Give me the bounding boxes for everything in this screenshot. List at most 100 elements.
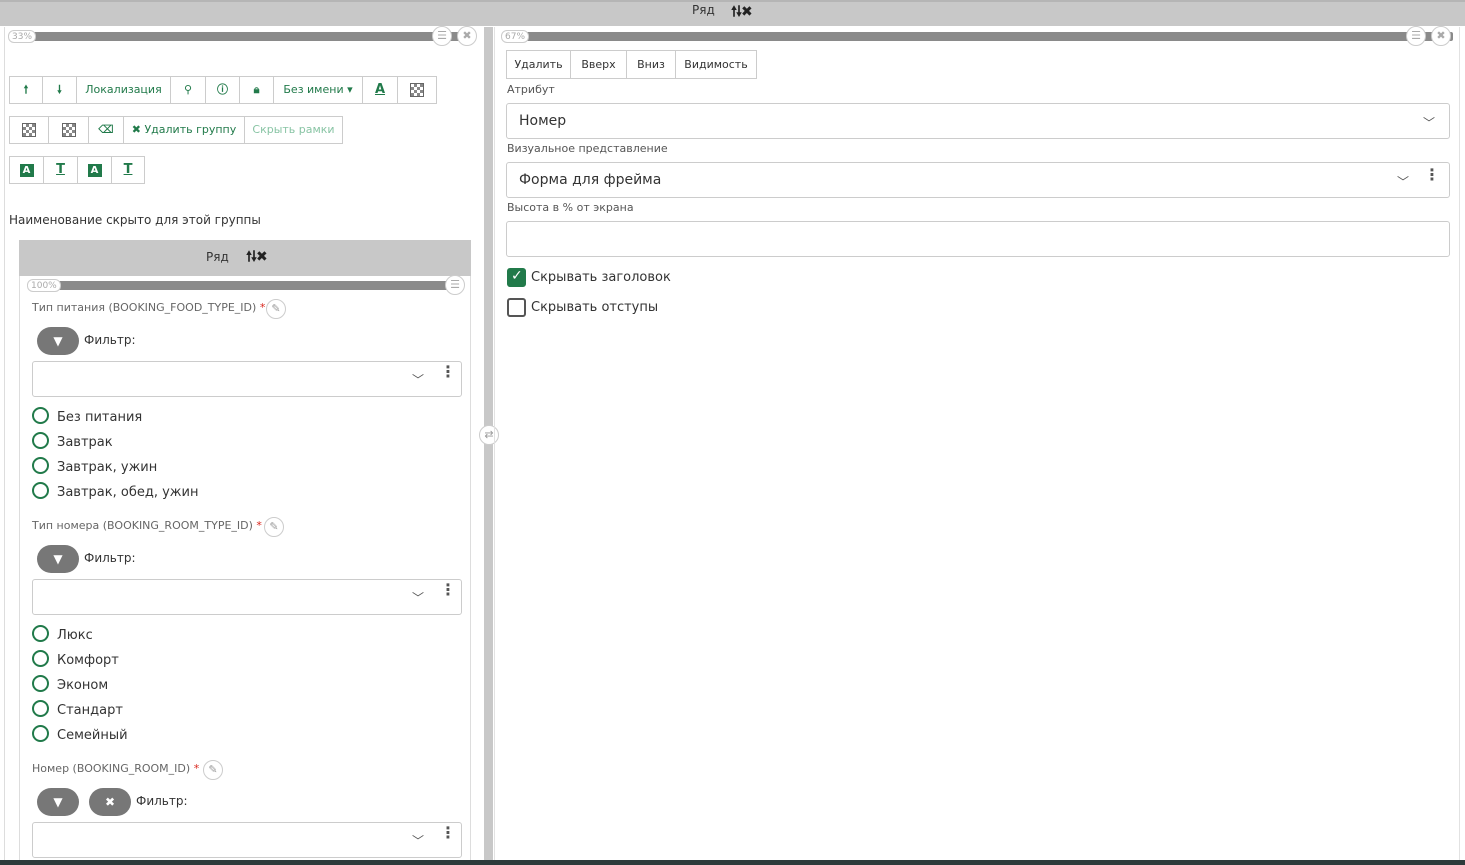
delete-button[interactable]: Удалить [506, 50, 571, 79]
close-icon[interactable]: ✖ [1431, 26, 1451, 46]
list-icon[interactable]: ☰ [1406, 26, 1426, 46]
room-type-label: Тип номера (BOOKING_ROOM_TYPE_ID) * [32, 519, 262, 532]
visibility-button[interactable]: Видимость [675, 50, 757, 79]
text-color-icon: A [374, 82, 386, 97]
radio-room-lux[interactable] [32, 625, 49, 642]
filter-toggle-button[interactable]: ▼ [37, 788, 79, 816]
radio-room-standard[interactable] [32, 700, 49, 717]
info-button[interactable]: ⓘ [205, 76, 240, 104]
filter-icon: ▼ [53, 334, 63, 348]
inner-row-title: Ряд [206, 250, 229, 264]
right-width-bar[interactable] [503, 32, 1453, 41]
height-label: Высота в % от экрана [507, 201, 634, 214]
lock-button[interactable]: 🔒︎ [239, 76, 274, 104]
more-vertical-icon[interactable]: ⋮ [1424, 167, 1440, 183]
filter-icon: ▼ [53, 795, 63, 809]
transparent-bg-button[interactable] [9, 116, 49, 144]
taskbar-strip [0, 860, 1465, 865]
radio-food-none[interactable] [32, 407, 49, 424]
background-button[interactable] [397, 76, 437, 104]
filter-toggle-button[interactable]: ▼ [37, 327, 79, 355]
radio-label: Люкс [57, 628, 93, 643]
edit-icon[interactable]: ✎ [203, 760, 223, 780]
move-up-button[interactable]: Вверх [570, 50, 627, 79]
close-icon[interactable]: ✖ [457, 26, 477, 46]
filter-label: Фильтр: [84, 333, 136, 347]
binoculars-icon: ⚲ [183, 83, 193, 96]
list-icon[interactable]: ☰ [432, 26, 452, 46]
height-input[interactable] [506, 221, 1450, 257]
radio-label: Завтрак, обед, ужин [57, 485, 199, 500]
radio-room-comfort[interactable] [32, 650, 49, 667]
list-icon[interactable]: ☰ [445, 275, 465, 295]
binoculars-button[interactable]: ⚲ [170, 76, 206, 104]
arrow-down-icon: 🠗 [57, 83, 62, 96]
radio-label: Без питания [57, 410, 143, 425]
filter-label: Фильтр: [136, 794, 188, 808]
filter-icon: ▼ [53, 552, 63, 566]
title-bg-button[interactable]: A [9, 156, 44, 184]
move-down-button[interactable]: Вниз [626, 50, 676, 79]
inner-width-badge: 100% [27, 279, 61, 292]
visual-representation-label: Визуальное представление [507, 142, 668, 155]
radio-label: Завтрак, ужин [57, 460, 158, 475]
move-down-button[interactable]: 🠗 [42, 76, 77, 104]
radio-label: Эконом [57, 678, 109, 693]
radio-food-breakfast[interactable] [32, 432, 49, 449]
attribute-select[interactable]: Номер ﹀ [506, 103, 1450, 139]
arrow-up-icon: 🠕 [23, 83, 29, 96]
chevron-down-icon: ﹀ [412, 591, 425, 605]
room-label: Номер (BOOKING_ROOM_ID) * [32, 762, 200, 775]
font-color-button[interactable]: A [362, 76, 398, 104]
close-icon: ✖ [104, 795, 116, 809]
move-up-button[interactable]: 🠕 [9, 76, 43, 104]
attribute-label: Атрибут [507, 83, 555, 96]
content-bg-button[interactable]: A [77, 156, 112, 184]
title-text-button[interactable]: T [43, 156, 78, 184]
letter-a-box-icon: A [19, 164, 34, 177]
more-vertical-icon[interactable]: ⋮ [440, 364, 456, 380]
visual-representation-select[interactable]: Форма для фрейма ﹀ ⋮ [506, 162, 1450, 198]
radio-room-family[interactable] [32, 725, 49, 742]
column-splitter[interactable] [484, 27, 493, 865]
hide-frames-button[interactable]: Скрыть рамки [244, 116, 343, 144]
room-filter-select[interactable]: ﹀ ⋮ [32, 822, 462, 858]
more-vertical-icon[interactable]: ⋮ [440, 582, 456, 598]
hide-header-checkbox[interactable]: ✓ [507, 268, 526, 287]
eraser-button[interactable]: ⌫ [88, 116, 124, 144]
food-filter-select[interactable]: ﹀ ⋮ [32, 361, 462, 397]
no-name-dropdown[interactable]: Без имени ▾ [273, 76, 363, 104]
row-move-delete-icons[interactable]: 🠕🠗✖ [731, 1, 753, 25]
food-type-label: Тип питания (BOOKING_FOOD_TYPE_ID) * [32, 301, 266, 314]
letter-a-box-icon: A [87, 164, 102, 177]
chevron-down-icon: ﹀ [412, 373, 425, 387]
radio-room-economy[interactable] [32, 675, 49, 692]
localization-button[interactable]: Локализация [76, 76, 171, 104]
eraser-icon: ⌫ [98, 123, 114, 136]
content-text-button[interactable]: T [111, 156, 145, 184]
group-hidden-note: Наименование скрыто для этой группы [9, 213, 261, 227]
inner-width-bar[interactable] [30, 281, 464, 290]
room-type-filter-select[interactable]: ﹀ ⋮ [32, 579, 462, 615]
transparent-border-button[interactable] [48, 116, 89, 144]
transparency-icon [22, 123, 36, 137]
hide-padding-label: Скрывать отступы [531, 300, 659, 315]
inner-row-move-delete-icons[interactable]: 🠕🠗✖ [246, 246, 268, 270]
edit-icon[interactable]: ✎ [266, 299, 286, 319]
edit-icon[interactable]: ✎ [264, 517, 284, 537]
radio-food-breakfast-dinner[interactable] [32, 457, 49, 474]
letter-t-icon: T [123, 162, 133, 177]
radio-food-full[interactable] [32, 482, 49, 499]
close-icon: ✖ [131, 123, 141, 136]
lock-icon: 🔒︎ [253, 83, 260, 96]
left-width-bar[interactable] [10, 32, 476, 41]
hide-padding-checkbox[interactable] [507, 298, 526, 317]
right-width-badge: 67% [501, 30, 530, 43]
clear-filter-button[interactable]: ✖ [89, 788, 131, 816]
filter-toggle-button[interactable]: ▼ [37, 545, 79, 573]
delete-group-button[interactable]: ✖ Удалить группу [123, 116, 245, 144]
row-title: Ряд [692, 3, 715, 17]
left-width-badge: 33% [8, 30, 37, 43]
more-vertical-icon[interactable]: ⋮ [440, 825, 456, 841]
delete-group-label: Удалить группу [144, 123, 237, 136]
